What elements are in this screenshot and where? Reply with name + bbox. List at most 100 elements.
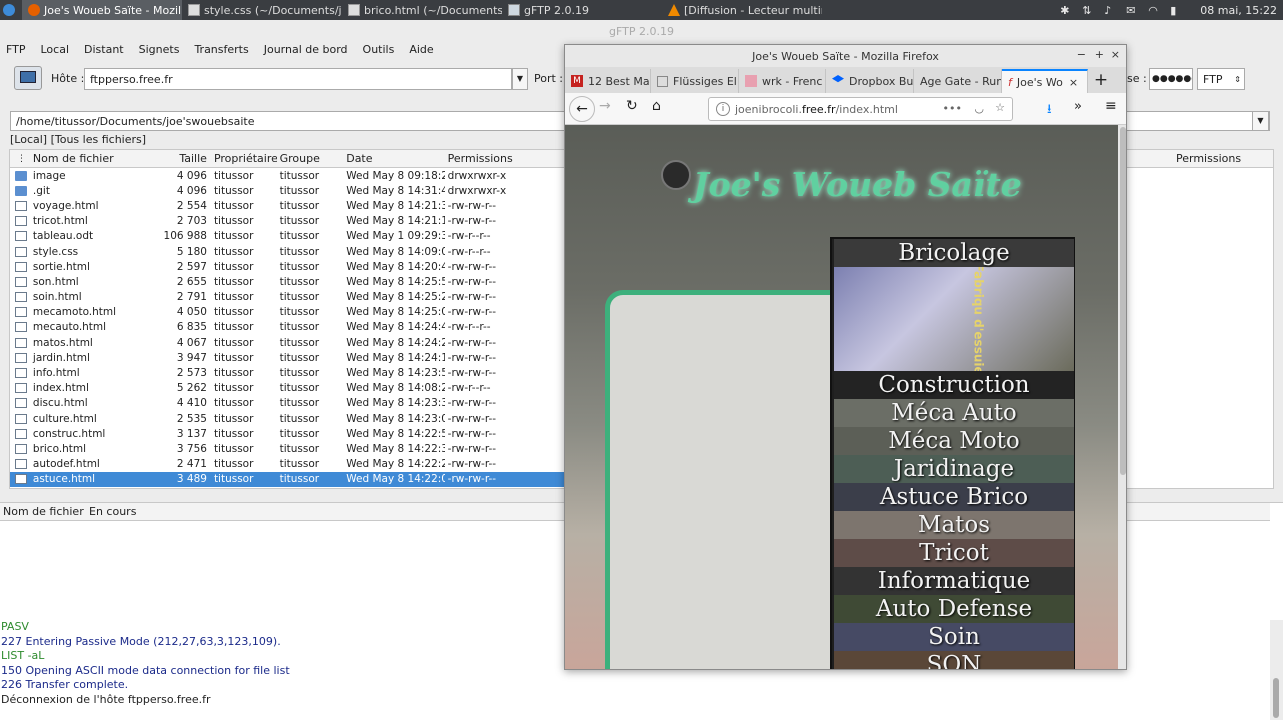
nav-item[interactable]: Construction xyxy=(834,371,1074,399)
cell-group: titussor xyxy=(279,230,320,243)
tab-5[interactable]: Age Gate - Rum xyxy=(914,69,1002,93)
table-row[interactable]: discu.html 4 410 titussor titussor Wed May 8… xyxy=(10,396,564,411)
table-row[interactable]: voyage.html 2 554 titussor titussor Wed May … xyxy=(10,198,564,213)
nav-item[interactable]: Tricot xyxy=(834,539,1074,567)
minimize-icon[interactable]: − xyxy=(1077,48,1086,61)
close-icon[interactable]: × xyxy=(1111,48,1120,61)
tab-close-icon[interactable]: × xyxy=(1069,76,1078,89)
table-row[interactable]: sortie.html 2 597 titussor titussor Wed May … xyxy=(10,259,564,274)
column-header-date[interactable]: Date xyxy=(343,150,444,167)
bluetooth-icon[interactable]: ✱ xyxy=(1060,4,1074,17)
column-header-owner[interactable]: Propriétaire xyxy=(211,150,277,167)
tab-1[interactable]: M 12 Best Ma xyxy=(565,69,651,93)
battery-icon[interactable]: ▮ xyxy=(1170,4,1184,17)
taskbar-item-style-css[interactable]: style.css (~/Documents/joe... xyxy=(182,0,342,20)
menu-transferts[interactable]: Transferts xyxy=(194,43,248,56)
taskbar-item-gftp[interactable]: gFTP 2.0.19 xyxy=(502,0,662,20)
table-row[interactable]: astuce.html 3 489 titussor titussor Wed May … xyxy=(10,471,564,487)
menu-outils[interactable]: Outils xyxy=(363,43,395,56)
column-header-progress[interactable]: En cours xyxy=(86,503,206,520)
column-header-name[interactable]: Nom de fichier xyxy=(30,150,157,167)
host-dropdown-button[interactable]: ▼ xyxy=(512,68,528,90)
app-menu-button[interactable] xyxy=(0,0,22,20)
mail-icon[interactable]: ✉ xyxy=(1126,4,1140,17)
nav-item[interactable]: Auto Defense xyxy=(834,595,1074,623)
table-row[interactable]: matos.html 4 067 titussor titussor Wed May 8… xyxy=(10,335,564,350)
tab-6-active[interactable]: f Joe's Wo × xyxy=(1002,69,1088,93)
row-icon xyxy=(10,383,30,394)
reload-button[interactable]: ↻ xyxy=(626,98,638,114)
protocol-select[interactable]: FTP ⇕ xyxy=(1197,68,1245,90)
menu-journal[interactable]: Journal de bord xyxy=(264,43,348,56)
page-scrollbar[interactable] xyxy=(1118,125,1126,669)
clock[interactable]: 08 mai, 15:22 xyxy=(1200,4,1277,17)
bookmark-star-icon[interactable]: ☆ xyxy=(995,101,1005,114)
table-row[interactable]: jardin.html 3 947 titussor titussor Wed May … xyxy=(10,350,564,365)
nav-item[interactable]: Jaridinage xyxy=(834,455,1074,483)
taskbar-item-firefox[interactable]: Joe's Woueb Saïte - Mozilla... xyxy=(22,0,182,20)
wifi-icon[interactable]: ◠ xyxy=(1148,4,1162,17)
cell-permissions: -rw-rw-r-- xyxy=(447,336,497,349)
table-row[interactable]: .git 4 096 titussor titussor Wed May 8 14:31… xyxy=(10,183,564,198)
menu-aide[interactable]: Aide xyxy=(409,43,433,56)
nav-item[interactable]: Méca Moto xyxy=(834,427,1074,455)
menu-local[interactable]: Local xyxy=(41,43,70,56)
taskbar-item-vlc[interactable]: [Diffusion - Lecteur multim... xyxy=(662,0,822,20)
new-tab-button[interactable]: + xyxy=(1088,69,1114,93)
forward-button[interactable]: → xyxy=(599,98,611,114)
hamburger-menu-icon[interactable]: ≡ xyxy=(1105,98,1117,114)
table-row[interactable]: style.css 5 180 titussor titussor Wed May 8 … xyxy=(10,244,564,259)
file-icon xyxy=(15,231,28,242)
scrollbar-thumb[interactable] xyxy=(1120,127,1126,475)
host-input[interactable]: ftpperso.free.fr xyxy=(84,68,512,90)
nav-item[interactable]: Informatique xyxy=(834,567,1074,595)
nav-item[interactable]: Soin xyxy=(834,623,1074,651)
remote-column-header-permissions[interactable]: Permissions xyxy=(1127,150,1241,167)
table-row[interactable]: index.html 5 262 titussor titussor Wed May 8… xyxy=(10,381,564,396)
table-row[interactable]: soin.html 2 791 titussor titussor Wed May 8 … xyxy=(10,290,564,305)
tab-4[interactable]: Dropbox Bu xyxy=(826,69,914,93)
column-header-permissions[interactable]: Permissions xyxy=(445,150,564,167)
url-bar[interactable]: i joenibrocoli. free.fr/index.html ••• ◡ … xyxy=(708,97,1013,121)
network-icon[interactable]: ⇅ xyxy=(1082,4,1096,17)
table-row[interactable]: autodef.html 2 471 titussor titussor Wed May… xyxy=(10,457,564,472)
column-header-size[interactable]: Taille xyxy=(157,150,211,167)
back-button[interactable]: ← xyxy=(569,96,595,122)
menu-signets[interactable]: Signets xyxy=(139,43,180,56)
table-row[interactable]: brico.html 3 756 titussor titussor Wed May 8… xyxy=(10,441,564,456)
cell-owner: titussor xyxy=(213,184,254,197)
nav-item[interactable]: Astuce Brico xyxy=(834,483,1074,511)
home-button[interactable]: ⌂ xyxy=(652,98,661,114)
nav-item[interactable]: Matos xyxy=(834,511,1074,539)
pocket-icon[interactable]: ◡ xyxy=(974,102,984,115)
tab-3[interactable]: wrk - Frenc xyxy=(739,69,826,93)
table-row[interactable]: construc.html 3 137 titussor titussor Wed Ma… xyxy=(10,426,564,441)
table-row[interactable]: mecamoto.html 4 050 titussor titussor Wed Ma… xyxy=(10,305,564,320)
taskbar-item-brico-html[interactable]: brico.html (~/Documents/j... xyxy=(342,0,502,20)
table-row[interactable]: mecauto.html 6 835 titussor titussor Wed May… xyxy=(10,320,564,335)
connect-button[interactable] xyxy=(14,66,42,90)
nav-item[interactable]: SON xyxy=(834,651,1074,669)
table-row[interactable]: son.html 2 655 titussor titussor Wed May 8 1… xyxy=(10,274,564,289)
tab-2[interactable]: Flüssiges El xyxy=(651,69,739,93)
table-row[interactable]: tricot.html 2 703 titussor titussor Wed May … xyxy=(10,214,564,229)
menu-distant[interactable]: Distant xyxy=(84,43,124,56)
select-column-icon[interactable]: ⋮ xyxy=(10,150,30,167)
page-actions-icon[interactable]: ••• xyxy=(943,102,962,115)
column-header-filename[interactable]: Nom de fichier xyxy=(0,503,86,520)
password-input[interactable]: ●●●●●● xyxy=(1149,68,1193,90)
table-row[interactable]: image 4 096 titussor titussor Wed May 8 09:1… xyxy=(10,168,564,183)
table-row[interactable]: info.html 2 573 titussor titussor Wed May 8 … xyxy=(10,365,564,380)
table-row[interactable]: tableau.odt 106 988 titussor titussor Wed Ma… xyxy=(10,229,564,244)
table-row[interactable]: culture.html 2 535 titussor titussor Wed May… xyxy=(10,411,564,426)
nav-item[interactable]: Méca Auto xyxy=(834,399,1074,427)
overflow-icon[interactable]: » xyxy=(1074,99,1082,114)
log-scrollbar[interactable] xyxy=(1273,678,1279,718)
download-icon[interactable]: ⭳ xyxy=(1047,100,1052,122)
nav-item[interactable]: Bricolage xyxy=(834,239,1074,267)
path-dropdown-button[interactable]: ▼ xyxy=(1252,111,1269,131)
maximize-icon[interactable]: + xyxy=(1095,48,1104,61)
column-header-group[interactable]: Groupe xyxy=(277,150,344,167)
menu-ftp[interactable]: FTP xyxy=(6,43,26,56)
volume-icon[interactable]: ♪ xyxy=(1104,4,1118,17)
